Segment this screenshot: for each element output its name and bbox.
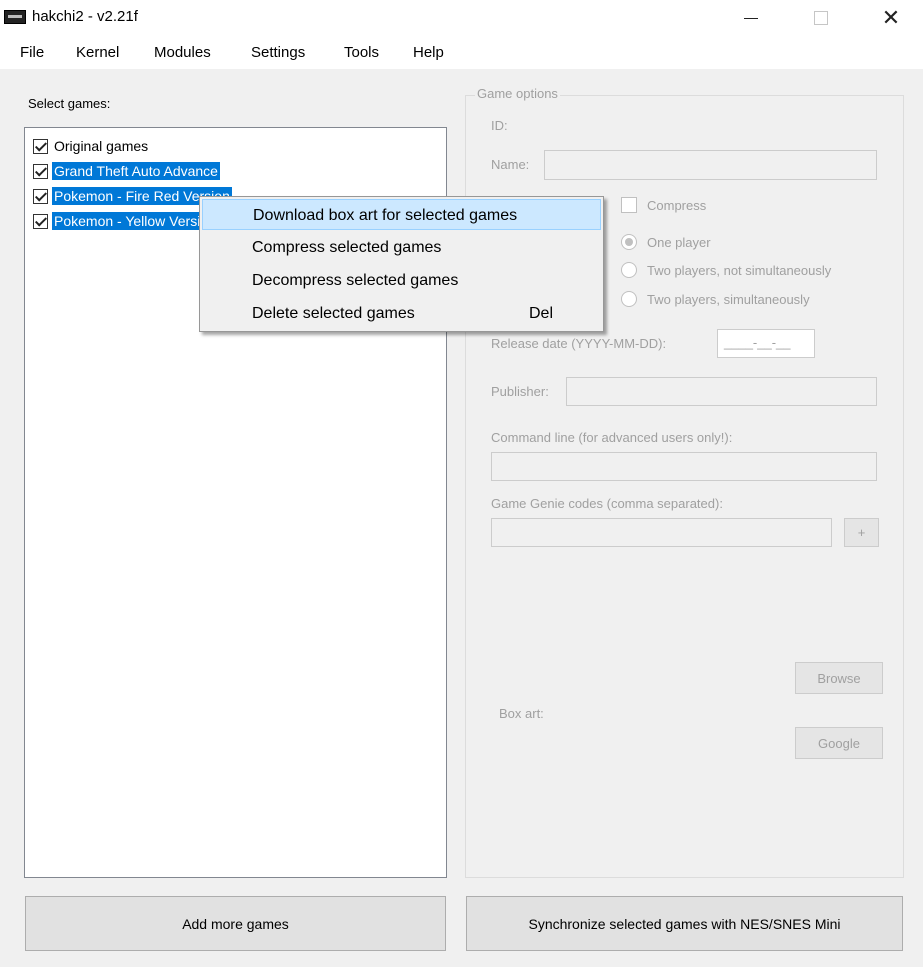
checkbox[interactable] <box>33 138 48 154</box>
close-button[interactable]: ✕ <box>868 0 914 36</box>
menu-modules[interactable]: Modules <box>154 44 211 61</box>
download-box-art-item[interactable]: Download box art for selected games <box>202 199 601 230</box>
compress-checkbox[interactable] <box>621 197 637 213</box>
one-player-radio[interactable] <box>621 234 637 250</box>
menu-item-label: Delete selected games <box>252 305 415 322</box>
game-name: Pokemon - Yellow Version <box>52 212 218 230</box>
menu-tools[interactable]: Tools <box>344 44 379 61</box>
maximize-button[interactable] <box>798 0 844 36</box>
game-genie-field[interactable] <box>491 518 832 547</box>
window-title: hakchi2 - v2.21f <box>32 8 138 25</box>
menu-item-label: Decompress selected games <box>252 272 459 289</box>
id-label: ID: <box>491 118 508 133</box>
list-item[interactable]: Grand Theft Auto Advance <box>33 160 220 182</box>
sync-button[interactable]: Synchronize selected games with NES/SNES… <box>466 896 903 951</box>
release-date-label: Release date (YYYY-MM-DD): <box>491 336 667 351</box>
release-date-field[interactable]: ____-__-__ <box>717 329 815 358</box>
menu-file[interactable]: File <box>20 44 44 61</box>
list-item[interactable]: Original games <box>33 135 150 157</box>
context-menu: Download box art for selected games Comp… <box>199 196 604 332</box>
add-genie-code-button[interactable]: + <box>844 518 879 547</box>
menu-settings[interactable]: Settings <box>251 44 305 61</box>
add-games-button[interactable]: Add more games <box>25 896 446 951</box>
app-icon <box>4 10 26 24</box>
name-label: Name: <box>491 157 530 172</box>
publisher-label: Publisher: <box>491 384 549 399</box>
name-field[interactable] <box>544 150 877 180</box>
game-name: Grand Theft Auto Advance <box>52 162 220 180</box>
checkbox[interactable] <box>33 213 48 229</box>
checkbox[interactable] <box>33 188 48 204</box>
minimize-button[interactable] <box>728 0 774 36</box>
box-art-label: Box art: <box>499 706 544 721</box>
two-players-sim-radio[interactable] <box>621 291 637 307</box>
menu-kernel[interactable]: Kernel <box>76 44 119 61</box>
google-button[interactable]: Google <box>795 727 883 759</box>
title-bar: hakchi2 - v2.21f ✕ <box>0 0 923 36</box>
game-name: Original games <box>54 138 149 154</box>
game-options-title: Game options <box>475 86 560 101</box>
command-line-label: Command line (for advanced users only!): <box>491 430 733 445</box>
compress-item[interactable]: Compress selected games <box>202 232 601 263</box>
one-player-label: One player <box>647 235 711 250</box>
menu-bar: File Kernel Modules Settings Tools Help <box>0 36 923 70</box>
menu-item-shortcut: Del <box>529 305 554 322</box>
compress-label: Compress <box>647 198 707 213</box>
publisher-field[interactable] <box>566 377 877 406</box>
select-games-label: Select games: <box>28 96 111 111</box>
list-item[interactable]: Pokemon - Yellow Version <box>33 210 218 232</box>
checkbox[interactable] <box>33 163 48 179</box>
menu-item-label: Compress selected games <box>252 239 442 256</box>
menu-help[interactable]: Help <box>413 44 444 61</box>
browse-button[interactable]: Browse <box>795 662 883 694</box>
release-date-mask: ____-__-__ <box>724 335 791 350</box>
command-line-field[interactable] <box>491 452 877 481</box>
decompress-item[interactable]: Decompress selected games <box>202 265 601 296</box>
delete-item[interactable]: Delete selected games Del <box>202 298 601 329</box>
two-players-alt-label: Two players, not simultaneously <box>647 263 832 278</box>
menu-item-label: Download box art for selected games <box>253 207 518 224</box>
game-genie-label: Game Genie codes (comma separated): <box>491 496 723 511</box>
two-players-sim-label: Two players, simultaneously <box>647 292 810 307</box>
two-players-alt-radio[interactable] <box>621 262 637 278</box>
